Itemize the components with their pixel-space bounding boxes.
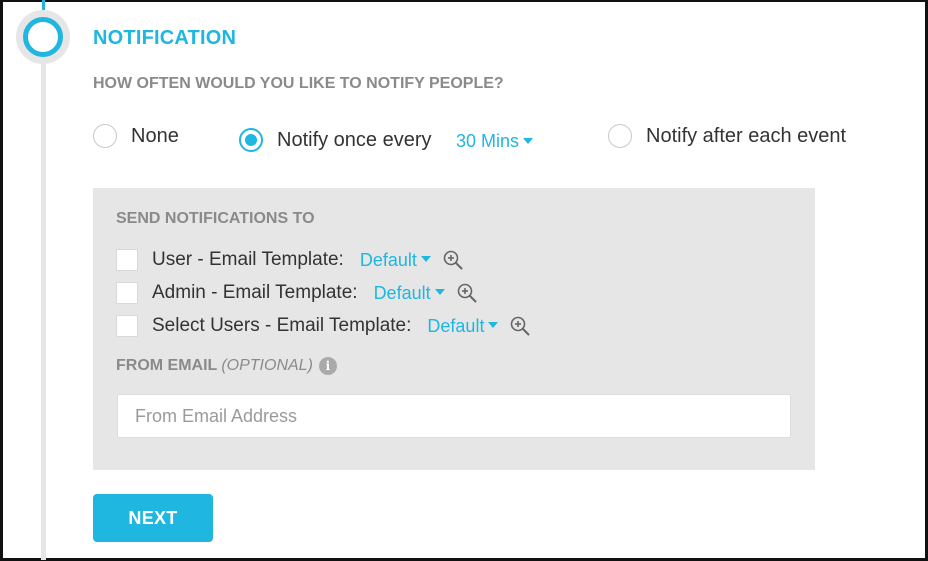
select-users-template-dropdown[interactable]: Default xyxy=(427,315,499,337)
next-button[interactable]: NEXT xyxy=(93,494,213,542)
interval-dropdown-value: 30 Mins xyxy=(456,131,520,151)
from-email-label-text: FROM EMAIL xyxy=(116,357,218,374)
user-template-dropdown[interactable]: Default xyxy=(360,250,431,271)
radio-option-notify-after-each-event[interactable]: Notify after each event xyxy=(608,124,846,148)
caret-down-icon xyxy=(434,289,445,295)
checkbox-user[interactable] xyxy=(116,249,138,271)
caret-down-icon xyxy=(523,137,534,144)
caret-down-icon xyxy=(420,256,431,262)
recipient-row-select-users: Select Users - Email Template: Default xyxy=(116,315,530,337)
admin-template-dropdown[interactable]: Default xyxy=(374,283,445,304)
radio-none[interactable] xyxy=(93,124,117,148)
radio-notify-once-every[interactable] xyxy=(239,128,263,152)
interval-dropdown[interactable]: 30 Mins xyxy=(456,131,534,152)
from-email-input[interactable] xyxy=(117,394,791,438)
radio-option-notify-once-every[interactable]: Notify once every xyxy=(239,128,432,152)
zoom-in-icon[interactable] xyxy=(457,283,477,303)
frequency-question: HOW OFTEN WOULD YOU LIKE TO NOTIFY PEOPL… xyxy=(93,75,504,92)
recipient-row-user: User - Email Template: Default xyxy=(116,249,463,271)
send-notifications-panel: SEND NOTIFICATIONS TO User - Email Templ… xyxy=(93,188,815,470)
timeline-line xyxy=(41,40,46,560)
zoom-in-icon[interactable] xyxy=(510,316,530,336)
user-template-value: Default xyxy=(359,249,417,270)
timeline-step-indicator xyxy=(16,10,70,64)
radio-none-label: None xyxy=(131,124,179,147)
radio-notify-after-each-event[interactable] xyxy=(608,124,632,148)
admin-template-value: Default xyxy=(373,282,431,303)
from-email-optional-text: (OPTIONAL) xyxy=(221,357,313,374)
timeline-step-ring xyxy=(23,17,63,57)
zoom-in-icon[interactable] xyxy=(443,250,463,270)
send-notifications-heading: SEND NOTIFICATIONS TO xyxy=(116,210,315,227)
section-title: NOTIFICATION xyxy=(93,27,237,49)
radio-option-none[interactable]: None xyxy=(93,124,179,148)
info-icon[interactable]: i xyxy=(318,357,337,375)
recipient-admin-label: Admin - Email Template: xyxy=(152,282,358,303)
checkbox-select-users[interactable] xyxy=(116,315,138,337)
recipient-select-users-label: Select Users - Email Template: xyxy=(152,315,412,336)
timeline-connector xyxy=(42,0,45,10)
checkbox-admin[interactable] xyxy=(116,282,138,304)
recipient-row-admin: Admin - Email Template: Default xyxy=(116,282,477,304)
frequency-radio-group: None Notify once every 30 Mins Notify af… xyxy=(0,124,928,160)
radio-notify-once-every-label: Notify once every xyxy=(277,128,432,151)
caret-down-icon xyxy=(488,322,499,328)
radio-notify-after-each-event-label: Notify after each event xyxy=(646,124,847,147)
recipient-user-label: User - Email Template: xyxy=(152,249,344,270)
select-users-template-value: Default xyxy=(427,315,485,336)
from-email-label: FROM EMAIL (OPTIONAL) i xyxy=(116,357,337,375)
